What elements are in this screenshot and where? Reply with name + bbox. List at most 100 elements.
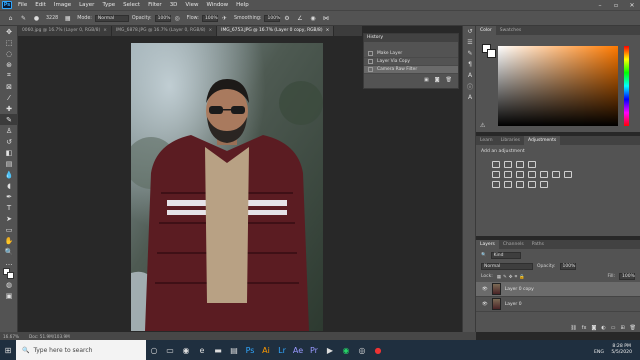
glyphs-icon[interactable]: A: [463, 92, 477, 103]
quick-select-tool-icon[interactable]: ⊛: [0, 59, 18, 70]
illustrator-icon[interactable]: Ai: [258, 340, 274, 360]
screen-mode-icon[interactable]: ▣: [0, 290, 18, 301]
brush-preset-icon[interactable]: ●: [32, 14, 41, 23]
brush-size[interactable]: 3228: [46, 16, 58, 21]
posterize-icon[interactable]: [504, 181, 512, 188]
tab-document-3[interactable]: IMG_6753.JPG @ 16.7% (Layer 0 copy, RGB/…: [217, 26, 335, 36]
healing-brush-tool-icon[interactable]: ✚: [0, 103, 18, 114]
hue-saturation-icon[interactable]: [504, 171, 512, 178]
color-picker-field[interactable]: [498, 46, 618, 126]
brush-settings-icon[interactable]: ▦: [63, 14, 72, 23]
layer-row[interactable]: 👁 Layer 0 copy: [476, 282, 640, 297]
color-balance-icon[interactable]: [516, 171, 524, 178]
tab-learn[interactable]: Learn: [476, 136, 497, 145]
task-view-icon[interactable]: ▭: [162, 340, 178, 360]
gradient-map-icon[interactable]: [528, 181, 536, 188]
tab-document-1[interactable]: 0060.jpg @ 16.7% (Layer 0, RGB/8) ×: [18, 26, 112, 36]
adjustment-layer-icon[interactable]: ◐: [601, 325, 605, 331]
type-tool-icon[interactable]: T: [0, 202, 18, 213]
new-layer-icon[interactable]: ⊞: [620, 325, 624, 331]
whatsapp-icon[interactable]: ◉: [338, 340, 354, 360]
history-item[interactable]: Make Layer: [364, 50, 458, 58]
tab-layers[interactable]: Layers: [476, 240, 499, 249]
edge-icon[interactable]: e: [194, 340, 210, 360]
fx-icon[interactable]: fx: [582, 325, 587, 331]
taskbar-search[interactable]: 🔍 Type here to search: [16, 340, 146, 360]
record-icon[interactable]: ●: [370, 340, 386, 360]
tab-document-2[interactable]: IMG_6878.JPG @ 16.7% (Layer 0, RGB/8) ×: [112, 26, 218, 36]
menu-view[interactable]: View: [181, 0, 202, 10]
after-effects-icon[interactable]: Ae: [290, 340, 306, 360]
zoom-level[interactable]: 16.67%: [3, 334, 19, 339]
curves-icon[interactable]: [516, 161, 524, 168]
blend-mode-select[interactable]: Normal: [481, 263, 533, 270]
crop-tool-icon[interactable]: ⌗: [0, 70, 18, 81]
eraser-tool-icon[interactable]: ◧: [0, 147, 18, 158]
paragraph-icon[interactable]: ¶: [463, 59, 477, 70]
brush-tool-icon[interactable]: ✎: [19, 14, 28, 23]
info-icon[interactable]: ⓘ: [463, 81, 477, 92]
angle-icon[interactable]: ∠: [295, 14, 304, 23]
app-icon[interactable]: ◎: [354, 340, 370, 360]
premiere-icon[interactable]: Pr: [306, 340, 322, 360]
history-item[interactable]: Layer Via Copy: [364, 58, 458, 66]
blur-tool-icon[interactable]: 💧: [0, 169, 18, 180]
menu-help[interactable]: Help: [232, 0, 253, 10]
media-player-icon[interactable]: ▶: [322, 340, 338, 360]
history-panel-icon[interactable]: ↺: [463, 26, 477, 37]
lasso-tool-icon[interactable]: ◌: [0, 48, 18, 59]
visibility-eye-icon[interactable]: 👁: [482, 302, 488, 307]
symmetry-icon[interactable]: ⋈: [321, 14, 330, 23]
move-tool-icon[interactable]: ✥: [0, 26, 18, 37]
layer-row[interactable]: 👁 Layer 0: [476, 297, 640, 312]
hand-tool-icon[interactable]: ✋: [0, 235, 18, 246]
lock-icons[interactable]: ▦✎✥⌗🔒: [497, 274, 527, 280]
invert-icon[interactable]: [492, 181, 500, 188]
path-select-tool-icon[interactable]: ➤: [0, 213, 18, 224]
chrome-icon[interactable]: ◉: [178, 340, 194, 360]
fill-field[interactable]: 100%: [619, 273, 635, 280]
more-tools-icon[interactable]: …: [0, 257, 18, 268]
trash-icon[interactable]: 🗑: [630, 325, 636, 331]
zoom-tool-icon[interactable]: 🔍: [0, 246, 18, 257]
black-white-icon[interactable]: [528, 171, 536, 178]
photoshop-taskbar-icon[interactable]: Ps: [242, 340, 258, 360]
document-photo[interactable]: [131, 43, 323, 331]
lightroom-icon[interactable]: Lr: [274, 340, 290, 360]
layer-opacity-field[interactable]: 100%: [559, 263, 576, 270]
levels-icon[interactable]: [504, 161, 512, 168]
properties-icon[interactable]: ☰: [463, 37, 477, 48]
camera-icon[interactable]: ◙: [435, 77, 440, 83]
mode-select[interactable]: Normal: [94, 14, 129, 22]
pen-tool-icon[interactable]: ✒: [0, 191, 18, 202]
eyedropper-tool-icon[interactable]: ⁄: [0, 92, 18, 103]
menu-filter[interactable]: Filter: [144, 0, 166, 10]
pressure-size-icon[interactable]: ◉: [308, 14, 317, 23]
minimize-icon[interactable]: –: [592, 0, 608, 10]
pressure-opacity-icon[interactable]: ◎: [173, 14, 182, 23]
exposure-icon[interactable]: [528, 161, 536, 168]
flow-field[interactable]: 100%: [201, 14, 218, 22]
color-swatches-icon[interactable]: [0, 268, 18, 279]
selective-color-icon[interactable]: [540, 181, 548, 188]
menu-file[interactable]: File: [14, 0, 31, 10]
hue-slider[interactable]: [624, 46, 629, 126]
tab-adjustments[interactable]: Adjustments: [524, 136, 561, 145]
menu-select[interactable]: Select: [119, 0, 144, 10]
history-brush-tool-icon[interactable]: ↺: [0, 136, 18, 147]
smoothing-settings-icon[interactable]: ⚙: [282, 14, 291, 23]
character-icon[interactable]: A: [463, 70, 477, 81]
visibility-eye-icon[interactable]: 👁: [482, 287, 488, 292]
mask-icon[interactable]: ◙: [591, 325, 596, 331]
history-item[interactable]: Camera Raw Filter: [364, 66, 458, 74]
home-icon[interactable]: ⌂: [6, 14, 15, 23]
menu-window[interactable]: Window: [202, 0, 232, 10]
marquee-tool-icon[interactable]: ⬚: [0, 37, 18, 48]
photo-filter-icon[interactable]: [540, 171, 548, 178]
tab-swatches[interactable]: Swatches: [496, 26, 526, 35]
gradient-tool-icon[interactable]: ▤: [0, 158, 18, 169]
menu-type[interactable]: Type: [98, 0, 119, 10]
frame-tool-icon[interactable]: ⊠: [0, 81, 18, 92]
menu-3d[interactable]: 3D: [166, 0, 182, 10]
background-color[interactable]: [487, 49, 496, 58]
